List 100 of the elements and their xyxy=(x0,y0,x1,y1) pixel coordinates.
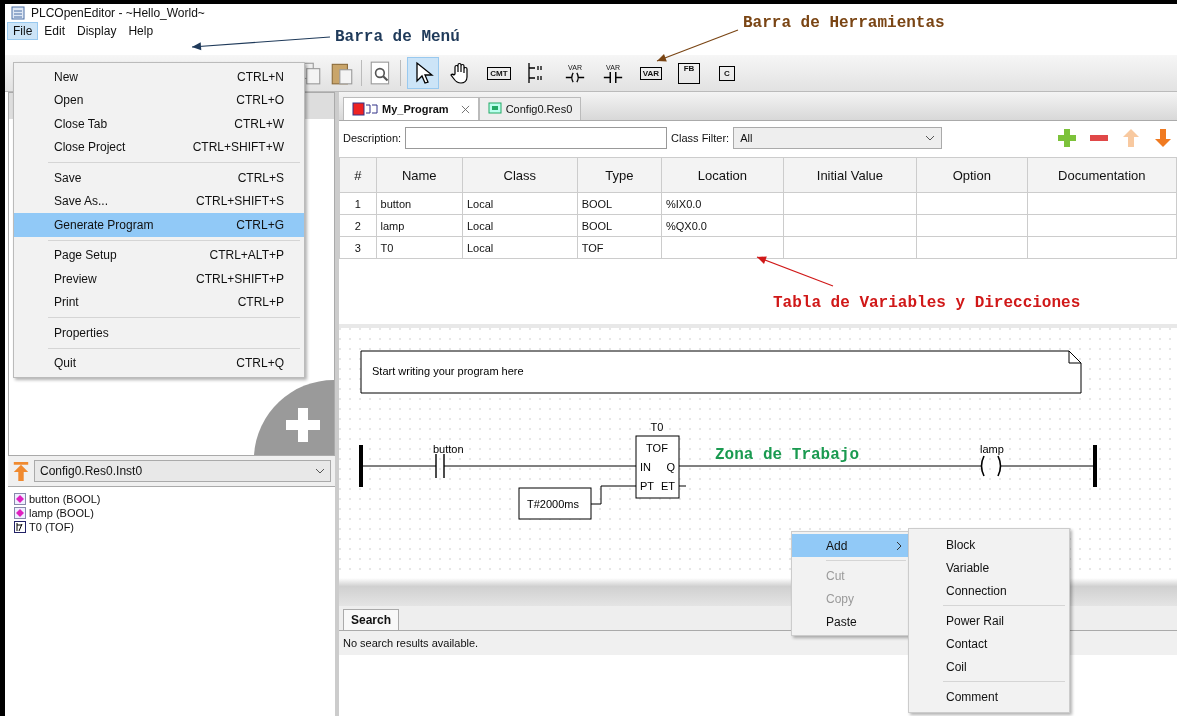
description-field[interactable] xyxy=(405,127,668,149)
menu-item[interactable]: Display xyxy=(71,22,123,40)
comment-text: Start writing your program here xyxy=(372,365,524,377)
instance-tree-entry[interactable]: lamp (BOOL) xyxy=(29,507,94,519)
table-cell: TOF xyxy=(577,236,662,259)
submenu-item[interactable]: Contact xyxy=(909,632,1069,655)
submenu-item[interactable]: Connection xyxy=(909,579,1069,602)
annotation-label: Barra de Herramientas xyxy=(743,14,945,32)
output-pin-label: ET xyxy=(660,480,675,492)
table-cell: BOOL xyxy=(577,192,662,215)
menu-entry[interactable]: Save As... CTRL+SHIFT+S xyxy=(14,189,304,213)
coil-label: lamp xyxy=(980,443,1004,455)
block-icon xyxy=(14,521,26,533)
menu-entry[interactable]: New CTRL+N xyxy=(14,65,304,89)
add-button[interactable] xyxy=(254,380,334,455)
menu-entry[interactable]: Print CTRL+P xyxy=(14,290,304,314)
column-header[interactable]: Type xyxy=(577,157,662,193)
column-header[interactable]: Documentation xyxy=(1027,157,1177,193)
table-cell: %IX0.0 xyxy=(661,192,784,215)
chevron-down-icon xyxy=(315,468,325,474)
column-header[interactable]: # xyxy=(339,157,377,193)
variable-label: VAR xyxy=(639,66,663,80)
editor-tab[interactable]: My_Program xyxy=(343,97,479,120)
menu-item[interactable]: Edit xyxy=(38,22,72,40)
menu-entry[interactable]: Save CTRL+S xyxy=(14,166,304,190)
menu-item[interactable]: File xyxy=(7,22,39,40)
context-menu-item[interactable]: Add xyxy=(792,534,910,557)
annotation-label: Tabla de Variables y Direcciones xyxy=(773,294,1081,312)
table-cell: Local xyxy=(462,192,578,215)
menu-entry[interactable]: Preview CTRL+SHIFT+P xyxy=(14,267,304,291)
table-cell: button xyxy=(376,192,463,215)
chevron-down-icon xyxy=(925,135,936,141)
input-pin-label: PT xyxy=(640,480,655,492)
constant-value: T#2000ms xyxy=(527,498,579,510)
description-label: Description: xyxy=(343,132,402,144)
table-cell: 2 xyxy=(339,214,377,237)
annotation-label: Zona de Trabajo xyxy=(715,446,860,464)
comment-note[interactable] xyxy=(360,350,1082,394)
function-block[interactable] xyxy=(635,435,680,499)
close-icon[interactable] xyxy=(460,104,470,114)
submenu-item[interactable]: Comment xyxy=(909,685,1069,708)
column-header[interactable]: Class xyxy=(462,157,578,193)
window-title: PLCOpenEditor - ~Hello_World~ xyxy=(31,6,205,20)
table-cell: 1 xyxy=(339,192,377,215)
class-filter-label: Class Filter: xyxy=(671,132,730,144)
submenu-item[interactable]: Block xyxy=(909,533,1069,556)
menu-entry[interactable]: Properties xyxy=(14,321,304,345)
app-icon xyxy=(11,6,25,20)
constant-box[interactable] xyxy=(518,487,592,520)
comment-tool[interactable]: CMT xyxy=(483,57,515,89)
menu-item[interactable]: Help xyxy=(122,22,160,40)
block-name: T0 xyxy=(650,421,664,433)
column-header[interactable]: Name xyxy=(376,157,463,193)
comment-label: CMT xyxy=(487,66,511,80)
variable-icon xyxy=(14,507,26,519)
table-cell: %QX0.0 xyxy=(661,214,784,237)
menu-entry[interactable]: Open CTRL+O xyxy=(14,88,304,112)
down-arrow-icon[interactable] xyxy=(1153,128,1173,148)
submenu-item[interactable]: Variable xyxy=(909,556,1069,579)
up-arrow-icon[interactable] xyxy=(12,460,30,482)
connection-tool[interactable]: C xyxy=(711,57,743,89)
coil-icon xyxy=(564,71,586,83)
table-cell: Local xyxy=(462,236,578,259)
column-header[interactable]: Location xyxy=(661,157,784,193)
connection-label: C xyxy=(719,65,735,81)
annotation-label: Barra de Menú xyxy=(335,28,460,46)
contact-icon xyxy=(602,71,624,83)
table-cell: Local xyxy=(462,214,578,237)
column-header[interactable]: Initial Value xyxy=(783,157,917,193)
table-cell: lamp xyxy=(376,214,463,237)
column-header[interactable]: Option xyxy=(916,157,1028,193)
coil[interactable] xyxy=(980,455,1002,477)
table-cell: 3 xyxy=(339,236,377,259)
class-filter-dropdown[interactable]: All xyxy=(733,127,943,149)
menu-entry[interactable]: Close Project CTRL+SHIFT+W xyxy=(14,135,304,159)
instance-dropdown[interactable]: Config0.Res0.Inst0 xyxy=(34,460,331,482)
editor-tab[interactable]: Config0.Res0 xyxy=(478,97,582,120)
context-menu-item[interactable]: Paste xyxy=(792,610,910,633)
plus-icon[interactable] xyxy=(1057,128,1077,148)
table-cell: BOOL xyxy=(577,214,662,237)
block-type: TOF xyxy=(646,442,668,454)
menu-entry[interactable]: Close Tab CTRL+W xyxy=(14,112,304,136)
output-pin-label: Q xyxy=(666,461,675,473)
submenu-item[interactable]: Power Rail xyxy=(909,609,1069,632)
pointer-tool[interactable] xyxy=(407,57,439,89)
table-cell: T0 xyxy=(376,236,463,259)
menu-entry[interactable]: Generate Program CTRL+G xyxy=(14,213,304,237)
instance-tree-entry[interactable]: T0 (TOF) xyxy=(29,521,74,533)
program-icon xyxy=(352,102,378,116)
search-tab[interactable]: Search xyxy=(343,609,400,630)
resource-icon xyxy=(487,102,502,116)
input-pin-label: IN xyxy=(640,461,651,473)
submenu-item[interactable]: Coil xyxy=(909,655,1069,678)
contact-label: button xyxy=(433,443,464,455)
variable-tool[interactable]: VAR xyxy=(635,57,667,89)
variable-icon xyxy=(14,493,26,505)
menu-entry[interactable]: Page Setup CTRL+ALT+P xyxy=(14,243,304,267)
menu-entry[interactable]: Quit CTRL+Q xyxy=(14,351,304,375)
contact[interactable] xyxy=(435,453,445,479)
instance-tree-entry[interactable]: button (BOOL) xyxy=(29,493,101,505)
